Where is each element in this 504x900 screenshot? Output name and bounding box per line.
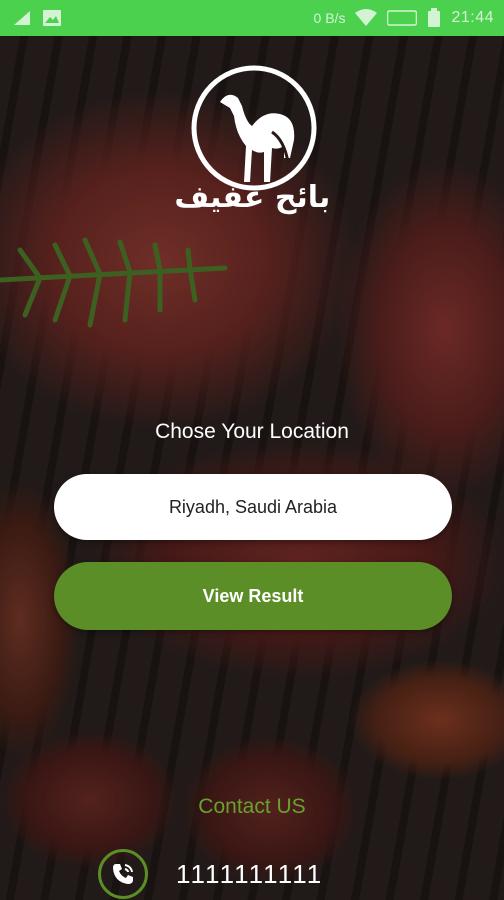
status-bar-right: 0 B/s 21:44 [314,8,494,28]
contact-us-heading: Contact US [198,795,306,818]
phone-icon[interactable] [98,849,148,899]
image-notification-icon [43,10,61,26]
signal-icon [14,11,30,25]
location-value: Riyadh, Saudi Arabia [168,496,338,517]
brand-logo: ذبائح عفيف [172,62,346,222]
brand-arabic-name: ذبائح عفيف [174,180,332,215]
status-bar-left [12,9,62,27]
phone-number[interactable]: 1111111111 [176,859,323,890]
location-label: Chose Your Location [155,420,349,443]
network-type-icon [387,10,418,26]
camel-icon: ذبائح عفيف [174,65,346,215]
status-time: 21:44 [451,9,494,26]
network-speed: 0 B/s [313,10,346,26]
view-result-button[interactable]: View Result [54,562,452,630]
status-bar: 0 B/s 21:44 [0,0,504,36]
wifi-icon [355,9,378,26]
battery-icon [428,8,441,27]
location-field[interactable]: Riyadh, Saudi Arabia [54,474,452,540]
contact-phone-row[interactable]: 1111111111 [98,848,323,900]
view-result-label: View Result [202,585,304,606]
